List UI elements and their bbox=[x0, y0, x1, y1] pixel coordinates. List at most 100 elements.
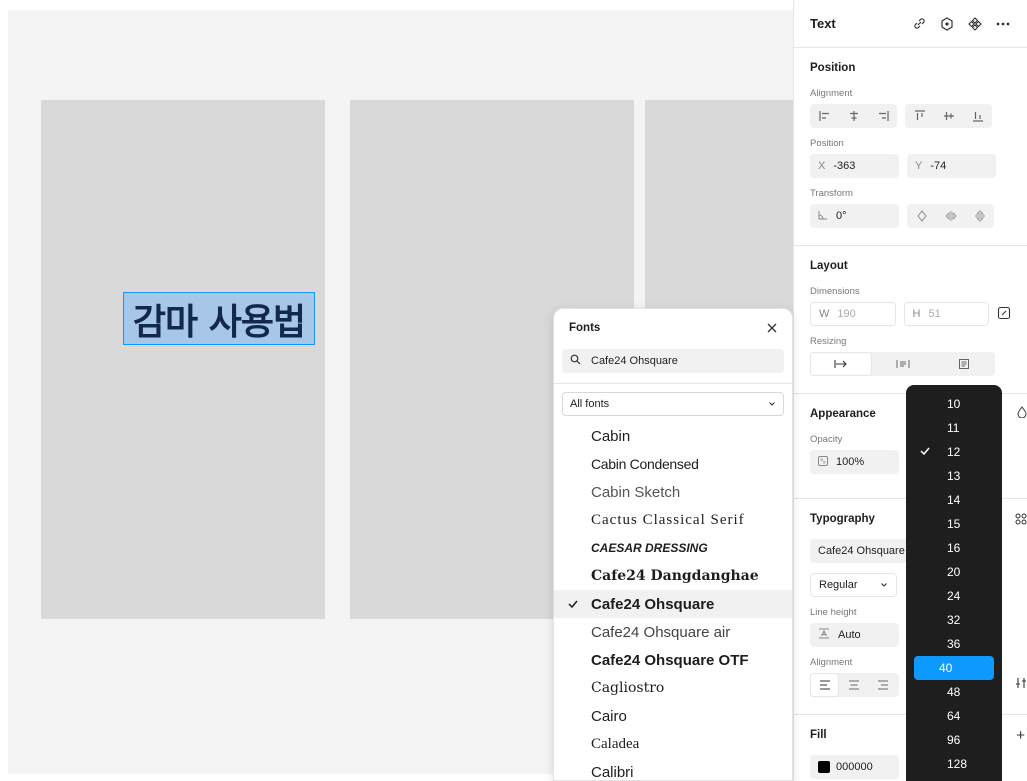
auto-height-icon[interactable] bbox=[872, 352, 934, 376]
checkmark-icon bbox=[568, 597, 578, 611]
chevron-down-icon bbox=[880, 579, 888, 591]
font-item-cagliostro[interactable]: Cagliostro bbox=[554, 674, 792, 702]
close-icon[interactable] bbox=[767, 320, 777, 336]
font-item-caesar-dressing[interactable]: Caesar Dressing bbox=[554, 534, 792, 562]
flip-vertical-icon[interactable] bbox=[965, 204, 994, 228]
font-size-option-96[interactable]: 96 bbox=[914, 728, 994, 752]
rotate-icon[interactable] bbox=[907, 204, 936, 228]
text-align-right-icon[interactable] bbox=[868, 673, 897, 697]
font-size-option-label: 128 bbox=[947, 757, 968, 771]
font-size-option-12[interactable]: 12 bbox=[914, 440, 994, 464]
resize-toggle-icon[interactable] bbox=[997, 306, 1011, 323]
flip-horizontal-icon[interactable] bbox=[936, 204, 965, 228]
width-field[interactable]: W 190 bbox=[810, 302, 896, 326]
font-size-option-36[interactable]: 36 bbox=[914, 632, 994, 656]
resizing-label: Resizing bbox=[810, 336, 847, 347]
font-item-cairo[interactable]: Cairo bbox=[554, 702, 792, 730]
x-field[interactable]: X -363 bbox=[810, 154, 899, 178]
font-family-field[interactable]: Cafe24 Ohsquare bbox=[810, 539, 920, 563]
component-icon[interactable] bbox=[939, 16, 955, 32]
auto-width-icon[interactable] bbox=[810, 352, 872, 376]
font-item-cabin-sketch[interactable]: Cabin Sketch bbox=[554, 478, 792, 506]
font-size-option-11[interactable]: 11 bbox=[914, 416, 994, 440]
align-center-h-icon[interactable] bbox=[839, 104, 868, 128]
font-size-option-14[interactable]: 14 bbox=[914, 488, 994, 512]
blend-mode-icon[interactable] bbox=[1017, 406, 1027, 421]
y-prefix: Y bbox=[915, 160, 923, 172]
font-size-option-10[interactable]: 10 bbox=[914, 392, 994, 416]
panel-header: Text bbox=[794, 0, 1027, 48]
font-item-cafe24-ohsquare-air[interactable]: Cafe24 Ohsquare air bbox=[554, 618, 792, 646]
position-label: Position bbox=[810, 138, 844, 149]
instance-icon[interactable] bbox=[967, 16, 983, 32]
transform-group bbox=[907, 204, 994, 228]
text-styles-icon[interactable] bbox=[1015, 513, 1027, 528]
dimensions-label: Dimensions bbox=[810, 286, 860, 297]
fixed-size-icon[interactable] bbox=[933, 352, 995, 376]
link-icon[interactable] bbox=[911, 16, 927, 32]
font-item-cafe24-ohsquare-otf[interactable]: Cafe24 Ohsquare OTF bbox=[554, 646, 792, 674]
font-size-option-15[interactable]: 15 bbox=[914, 512, 994, 536]
font-size-option-label: 20 bbox=[947, 565, 961, 579]
text-align-center-icon[interactable] bbox=[839, 673, 868, 697]
font-filter-select[interactable]: All fonts bbox=[562, 392, 784, 416]
position-section: Position Alignment Position X -363 Y -74… bbox=[794, 48, 1027, 246]
opacity-field[interactable]: 100% bbox=[810, 450, 899, 474]
font-size-option-label: 36 bbox=[947, 637, 961, 651]
h-value: 51 bbox=[928, 308, 941, 320]
opacity-icon bbox=[818, 455, 828, 469]
font-size-option-label: 15 bbox=[947, 517, 961, 531]
checkmark-icon bbox=[920, 446, 930, 458]
align-bottom-icon[interactable] bbox=[963, 104, 992, 128]
font-weight-select[interactable]: Regular bbox=[810, 573, 897, 597]
font-item-cafe24-dangdanghae[interactable]: Cafe24 Dangdanghae bbox=[554, 562, 792, 590]
resizing-group bbox=[810, 352, 995, 376]
y-field[interactable]: Y -74 bbox=[907, 154, 996, 178]
line-height-value: Auto bbox=[838, 629, 861, 641]
font-size-option-32[interactable]: 32 bbox=[914, 608, 994, 632]
align-right-icon[interactable] bbox=[868, 104, 897, 128]
font-filter-value: All fonts bbox=[570, 398, 610, 410]
font-item-cactus-classical-serif[interactable]: Cactus Classical Serif bbox=[554, 506, 792, 534]
height-field[interactable]: H 51 bbox=[903, 302, 989, 326]
font-item-cabin[interactable]: Cabin bbox=[554, 422, 792, 450]
frame-1[interactable] bbox=[41, 100, 325, 619]
align-top-icon[interactable] bbox=[905, 104, 934, 128]
font-item-caladea[interactable]: Caladea bbox=[554, 730, 792, 758]
font-search-input[interactable]: Cafe24 Ohsquare bbox=[562, 349, 784, 373]
font-item-calibri[interactable]: Calibri bbox=[554, 758, 792, 781]
font-size-option-label: 13 bbox=[947, 469, 961, 483]
font-size-option-13[interactable]: 13 bbox=[914, 464, 994, 488]
font-size-option-64[interactable]: 64 bbox=[914, 704, 994, 728]
font-item-cabin-condensed[interactable]: Cabin Condensed bbox=[554, 450, 792, 478]
font-size-option-20[interactable]: 20 bbox=[914, 560, 994, 584]
horizontal-align-group bbox=[810, 104, 897, 128]
add-fill-icon[interactable]: + bbox=[1016, 727, 1025, 744]
selected-text-layer[interactable]: 감마 사용법 bbox=[123, 292, 315, 345]
line-height-field[interactable]: Auto bbox=[810, 623, 899, 647]
w-value: 190 bbox=[837, 308, 856, 320]
text-align-left-icon[interactable] bbox=[810, 673, 839, 697]
font-size-option-24[interactable]: 24 bbox=[914, 584, 994, 608]
h-prefix: H bbox=[912, 308, 921, 320]
font-item-cafe24-ohsquare[interactable]: Cafe24 Ohsquare bbox=[554, 590, 792, 618]
fill-color-value: 000000 bbox=[836, 761, 873, 773]
type-settings-icon[interactable] bbox=[1015, 677, 1027, 692]
font-size-option-128[interactable]: 128 bbox=[914, 752, 994, 776]
rotation-icon bbox=[818, 210, 828, 223]
font-size-list: 10 11 12 13 14 15 16 20 24 32 36 40 48 64 96 128 bbox=[906, 392, 1002, 776]
fill-color-field[interactable]: 000000 bbox=[810, 755, 899, 779]
font-list: Cabin Cabin Condensed Cabin Sketch Cactu… bbox=[554, 422, 792, 781]
alignment-label: Alignment bbox=[810, 88, 853, 99]
font-size-option-40[interactable]: 40 bbox=[914, 656, 994, 680]
more-icon[interactable] bbox=[995, 16, 1011, 32]
align-middle-icon[interactable] bbox=[934, 104, 963, 128]
rotation-field[interactable]: 0° bbox=[810, 204, 899, 228]
font-size-option-label: 40 bbox=[939, 661, 953, 675]
align-left-icon[interactable] bbox=[810, 104, 839, 128]
font-size-option-48[interactable]: 48 bbox=[914, 680, 994, 704]
layout-title: Layout bbox=[810, 260, 848, 272]
fill-swatch[interactable] bbox=[818, 761, 830, 773]
font-size-option-16[interactable]: 16 bbox=[914, 536, 994, 560]
opacity-value: 100% bbox=[836, 456, 865, 468]
